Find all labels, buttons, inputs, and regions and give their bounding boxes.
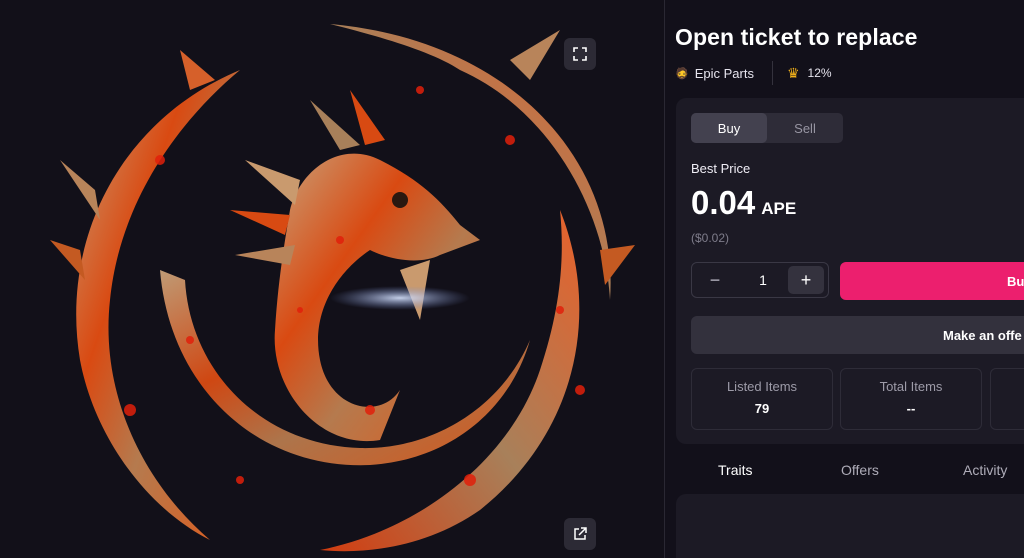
trade-card: Buy Sell Best Price 0.04 APE ($0.02) − 1… [676, 98, 1024, 444]
open-external-button[interactable] [564, 518, 596, 550]
tab-offers[interactable]: Offers [841, 462, 879, 478]
decrease-quantity-button[interactable]: − [692, 263, 738, 297]
expand-icon [573, 47, 587, 61]
increase-quantity-button[interactable]: + [788, 266, 824, 294]
buy-sell-toggle: Buy Sell [691, 113, 843, 143]
stat-total-items: Total Items -- [840, 368, 982, 430]
fullscreen-button[interactable] [564, 38, 596, 70]
buy-button[interactable]: Bu [840, 262, 1024, 300]
external-link-icon [574, 527, 587, 540]
person-emoji-icon: 🧔 [675, 67, 689, 80]
nft-image-panel [0, 0, 664, 558]
details-panel: Open ticket to replace 🧔 Epic Parts ♛ 12… [665, 0, 1024, 558]
tab-activity[interactable]: Activity [963, 462, 1007, 478]
item-title: Open ticket to replace [675, 24, 918, 50]
stat-cut-off [990, 368, 1024, 430]
crown-icon: ♛ [786, 64, 800, 81]
tab-buy[interactable]: Buy [691, 113, 767, 143]
tab-traits[interactable]: Traits [718, 462, 752, 478]
price-usd: ($0.02) [691, 231, 730, 245]
dragon-artwork [50, 24, 635, 552]
best-price: 0.04 APE [691, 184, 796, 222]
stat-label: Total Items [879, 379, 943, 394]
item-meta: 🧔 Epic Parts ♛ 12% [675, 61, 832, 85]
tab-sell[interactable]: Sell [767, 113, 843, 143]
collection-link[interactable]: Epic Parts [695, 66, 754, 81]
buy-button-label: Bu [1007, 273, 1024, 289]
quantity-stepper: − 1 + [691, 262, 829, 298]
make-offer-label: Make an offe [943, 327, 1022, 343]
traits-panel [676, 494, 1024, 558]
best-price-label: Best Price [691, 161, 751, 176]
price-currency: APE [761, 199, 797, 218]
detail-tabs: Traits Offers Activity [665, 462, 1024, 482]
stat-listed-items: Listed Items 79 [691, 368, 833, 430]
price-value: 0.04 [691, 184, 756, 221]
stat-label: Listed Items [726, 379, 798, 394]
quantity-value[interactable]: 1 [738, 272, 788, 288]
stat-value: -- [906, 401, 916, 416]
rarity-percent: 12% [807, 66, 832, 80]
stat-value: 79 [754, 401, 770, 416]
make-offer-button[interactable]: Make an offe [691, 316, 1024, 354]
meta-divider [771, 61, 773, 85]
